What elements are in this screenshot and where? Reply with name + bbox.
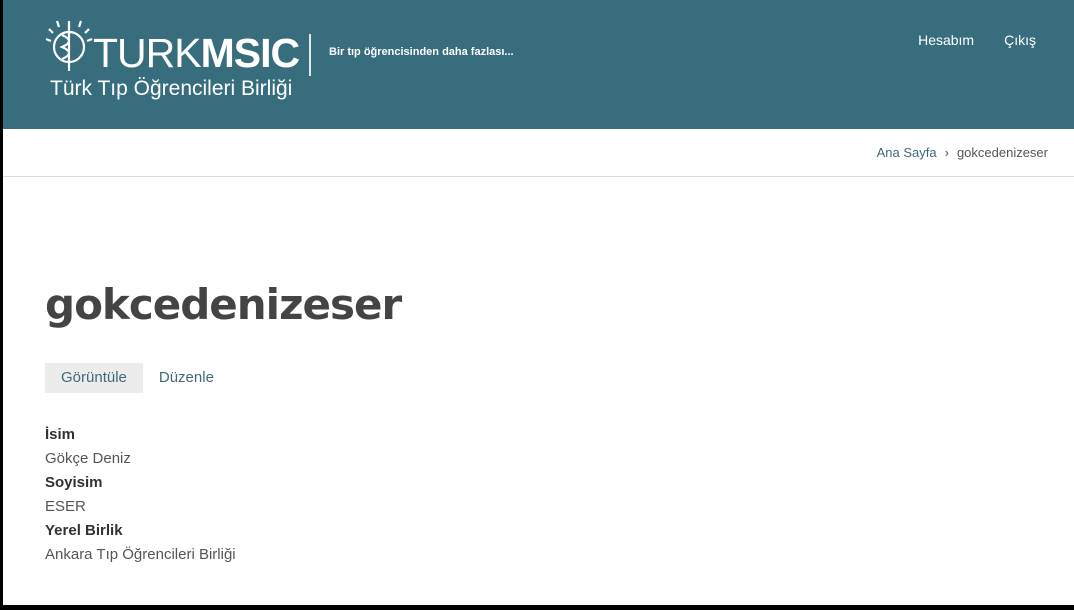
site-header: TURKMSIC Türk Tıp Öğrencileri Birliği Bi… (3, 0, 1074, 129)
breadcrumb-bar: Ana Sayfa › gokcedenizeser (3, 129, 1074, 177)
page-title: gokcedenizeser (45, 280, 402, 329)
profile-tabs: Görüntüle Düzenle (45, 363, 230, 393)
logo-wordmark-bold: MSIC (200, 30, 300, 76)
logo-wordmark: TURKMSIC (93, 30, 300, 76)
site-slogan: Bir tıp öğrencisinden daha fazlası... (329, 46, 514, 58)
breadcrumb-current: gokcedenizeser (956, 145, 1048, 160)
field-value-local-chapter: Ankara Tıp Öğrencileri Birliği (45, 546, 236, 563)
page-frame: TURKMSIC Türk Tıp Öğrencileri Birliği Bi… (3, 0, 1074, 605)
tab-edit[interactable]: Düzenle (143, 363, 230, 393)
logo-wordmark-thin: TURK (93, 30, 202, 76)
breadcrumb-separator: › (944, 145, 949, 160)
logout-link[interactable]: Çıkış (1004, 32, 1036, 48)
field-value-first-name: Gökçe Deniz (45, 450, 131, 467)
site-logo[interactable]: TURKMSIC Türk Tıp Öğrencileri Birliği (45, 17, 300, 103)
breadcrumb-home-link[interactable]: Ana Sayfa (877, 145, 937, 160)
top-navigation: Hesabım Çıkış (918, 32, 1036, 48)
field-value-last-name: ESER (45, 498, 86, 515)
logo-emblem-icon (45, 20, 93, 71)
field-label-local-chapter: Yerel Birlik (45, 522, 123, 539)
profile-fields: İsim Gökçe Deniz Soyisim ESER Yerel Birl… (45, 423, 236, 567)
tab-view[interactable]: Görüntüle (45, 363, 143, 393)
field-label-last-name: Soyisim (45, 474, 103, 491)
breadcrumb: Ana Sayfa › gokcedenizeser (877, 145, 1048, 160)
field-label-first-name: İsim (45, 426, 76, 443)
account-link[interactable]: Hesabım (918, 32, 974, 48)
header-divider (309, 34, 311, 76)
logo-subtitle: Türk Tıp Öğrencileri Birliği (50, 77, 293, 100)
